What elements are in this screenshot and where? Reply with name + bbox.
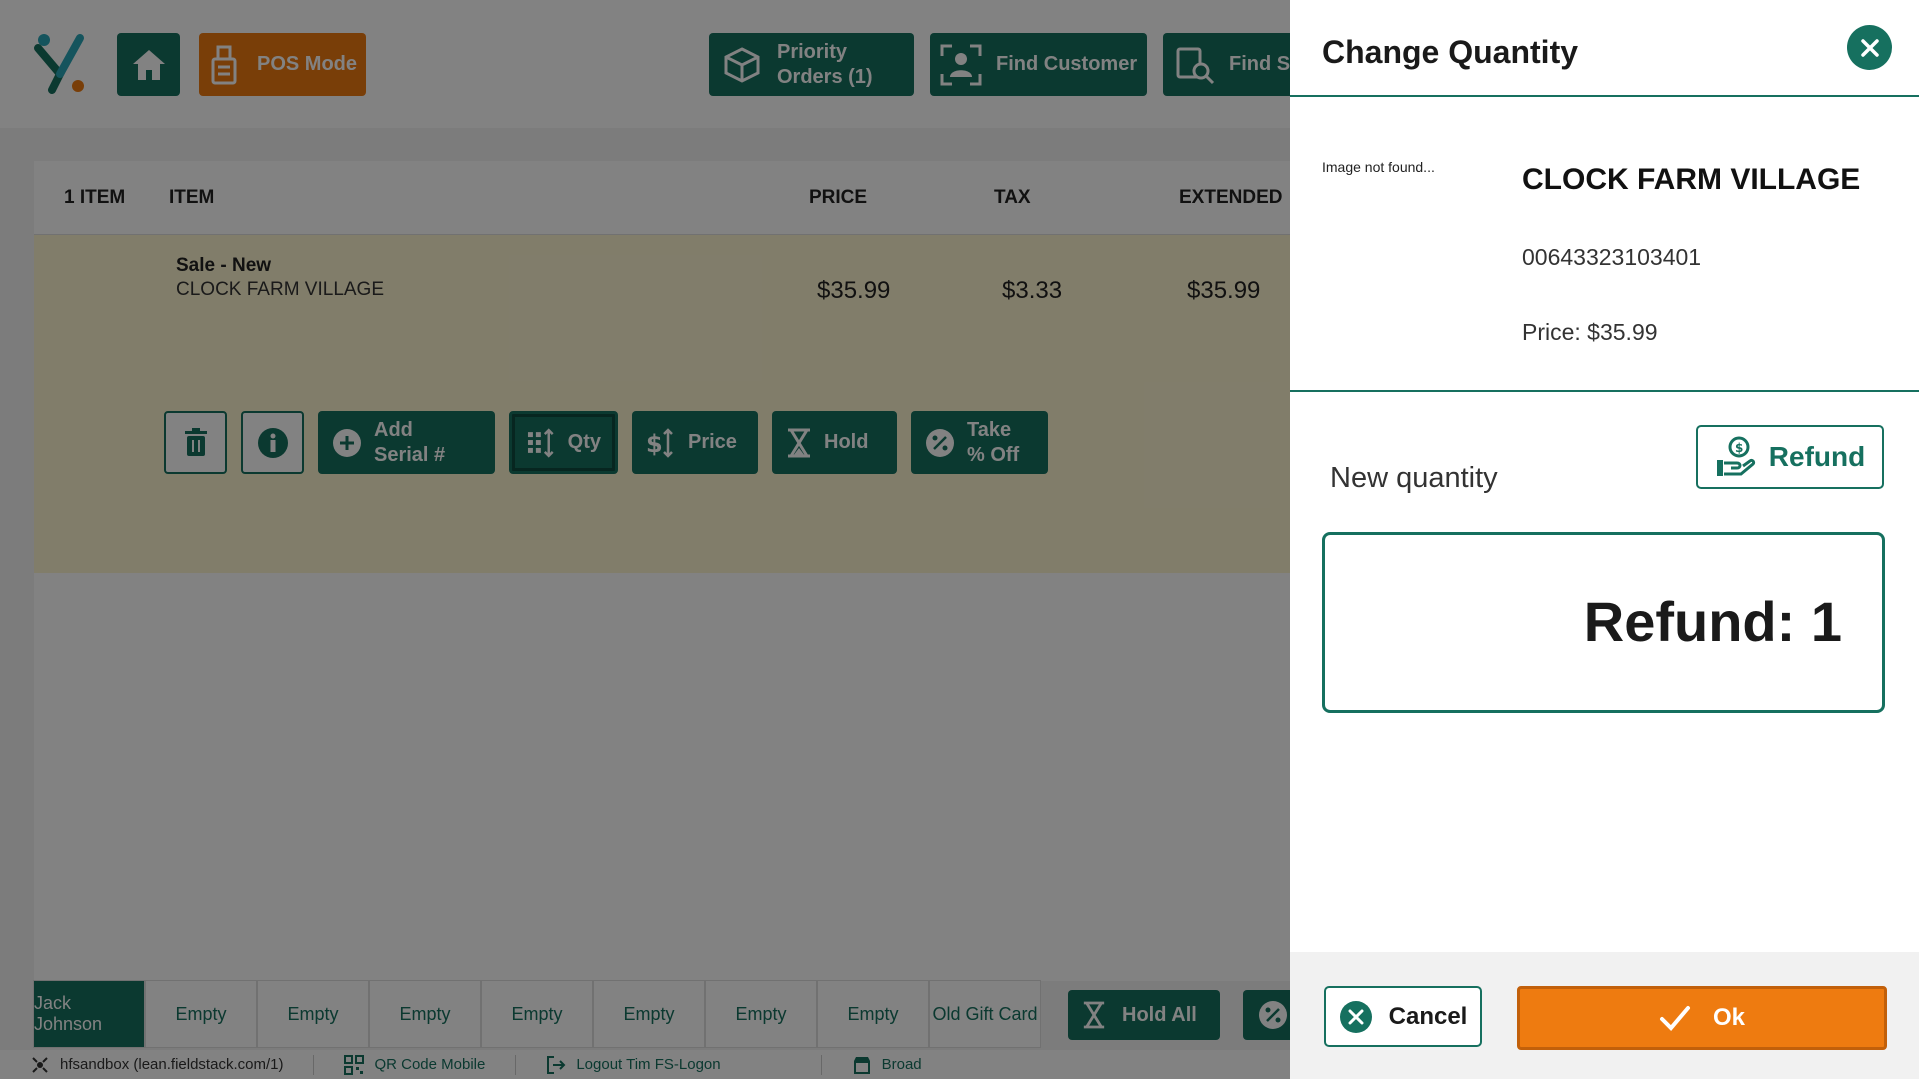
close-icon xyxy=(1860,38,1879,57)
cancel-label: Cancel xyxy=(1388,1002,1468,1030)
product-price: Price: $35.99 xyxy=(1522,319,1658,345)
change-quantity-panel: Change Quantity Image not found... CLOCK… xyxy=(1290,0,1919,1079)
refund-icon: $ xyxy=(1716,436,1755,476)
checkmark-icon xyxy=(1659,1006,1690,1031)
modal-footer: Cancel Ok xyxy=(1290,952,1919,1079)
refund-button[interactable]: $ Refund xyxy=(1696,425,1884,489)
quantity-input[interactable]: Refund: 1 xyxy=(1322,532,1885,713)
quantity-value: Refund: 1 xyxy=(1583,590,1842,653)
product-image-placeholder: Image not found... xyxy=(1322,159,1435,175)
ok-label: Ok xyxy=(1712,1004,1745,1031)
modal-backdrop[interactable] xyxy=(0,0,1290,1079)
ok-button[interactable]: Ok xyxy=(1517,986,1887,1050)
new-quantity-label: New quantity xyxy=(1330,462,1498,494)
product-code: 00643323103401 xyxy=(1522,244,1702,270)
refund-label: Refund xyxy=(1768,441,1866,472)
svg-text:$: $ xyxy=(1735,441,1743,455)
cancel-circle-icon xyxy=(1339,1000,1372,1033)
modal-title: Change Quantity xyxy=(1322,34,1579,70)
product-name: CLOCK FARM VILLAGE xyxy=(1522,163,1861,196)
close-button[interactable] xyxy=(1847,25,1892,70)
cancel-button[interactable]: Cancel xyxy=(1324,986,1482,1047)
modal-header: Change Quantity xyxy=(1290,0,1919,97)
product-details: Image not found... CLOCK FARM VILLAGE 00… xyxy=(1290,97,1919,392)
